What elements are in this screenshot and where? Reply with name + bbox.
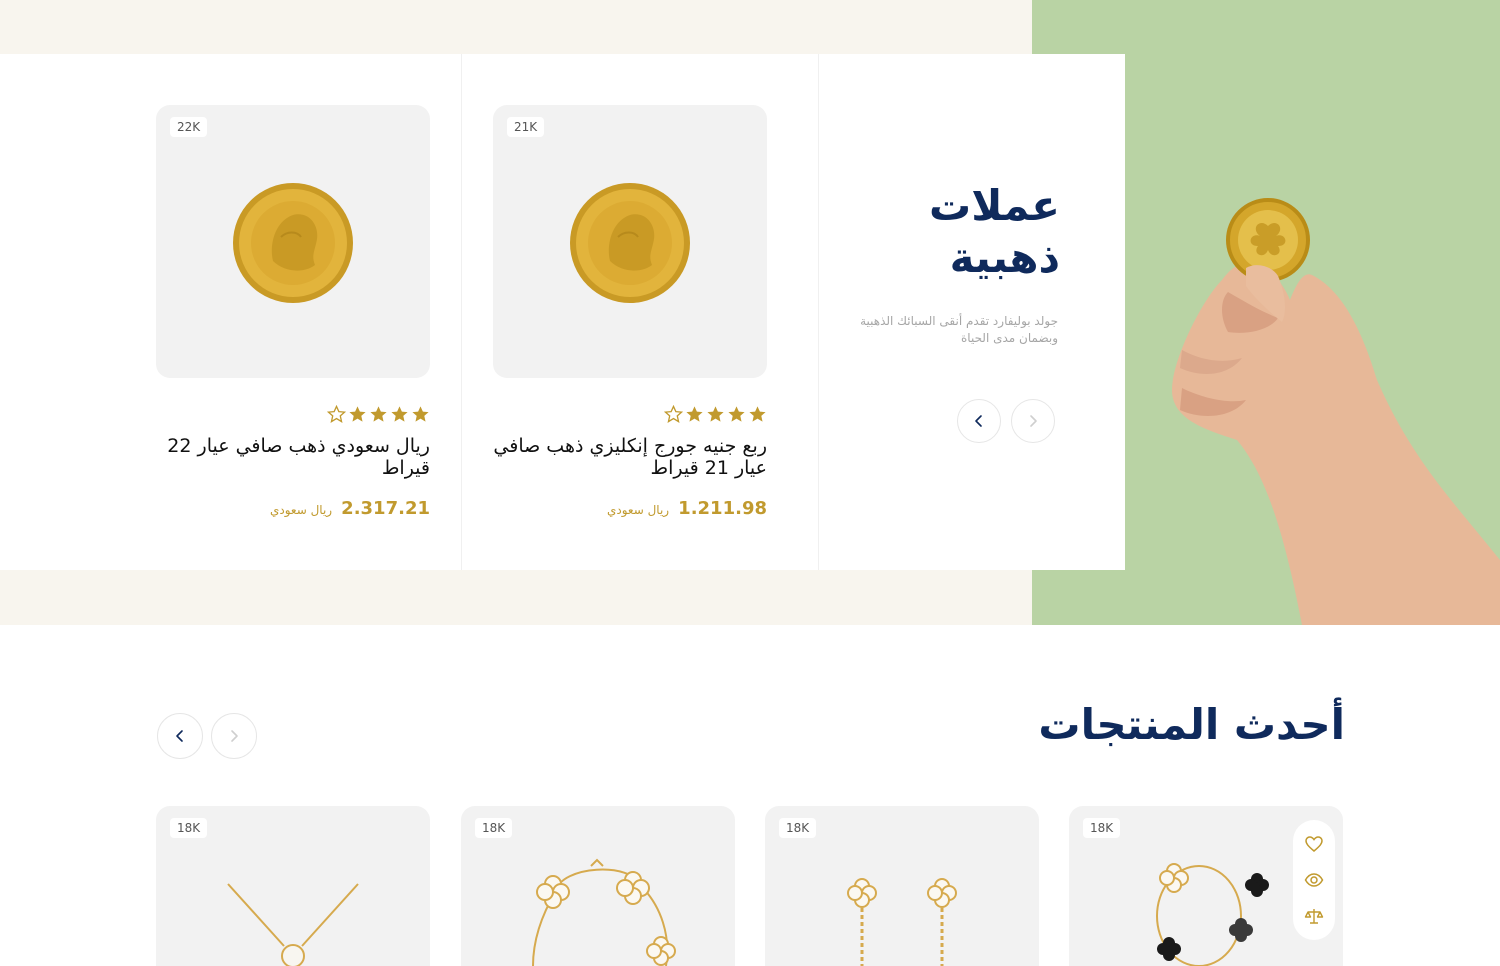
scale-icon xyxy=(1304,909,1324,924)
compare-button[interactable] xyxy=(1303,905,1325,927)
latest-products-title: أحدث المنتجات xyxy=(1038,700,1345,749)
product-name[interactable]: ربع جنيه جورج إنكليزي ذهب صافي عيار 21 ق… xyxy=(493,435,767,479)
product-card[interactable]: 18K xyxy=(461,806,735,966)
promo-title: عملات ذهبية xyxy=(860,180,1060,284)
product-card[interactable]: 21K ربع جنيه جورج إنكليزي ذهب صافي عيار … xyxy=(493,105,767,519)
product-image[interactable]: 22K xyxy=(156,105,430,378)
star-icon xyxy=(707,406,724,422)
product-actions xyxy=(1293,820,1335,940)
chevron-right-icon xyxy=(1030,415,1037,427)
rating-stars xyxy=(327,405,430,424)
bracelet-image xyxy=(532,858,676,966)
product-card[interactable]: 18K xyxy=(765,806,1039,966)
product-price: 2.317.21 ريال سعودي xyxy=(270,498,430,519)
star-icon xyxy=(327,405,346,423)
necklace-image xyxy=(227,883,359,966)
quick-view-button[interactable] xyxy=(1303,869,1325,891)
eye-icon xyxy=(1304,873,1324,887)
star-icon xyxy=(391,406,408,422)
product-card[interactable]: 18K xyxy=(156,806,430,966)
price-amount: 1.211.98 xyxy=(678,498,767,519)
column-divider xyxy=(461,54,462,570)
product-price: 1.211.98 ريال سعودي xyxy=(607,498,767,519)
product-card[interactable]: 22K ريال سعودي ذهب صافي عيار 22 قيراط 2.… xyxy=(156,105,430,519)
promo-description: جولد بوليفارد تقدم أنقى السبائك الذهبية … xyxy=(860,314,1058,345)
chevron-left-icon xyxy=(975,415,982,427)
rating-stars xyxy=(664,405,767,424)
gold-coin-image xyxy=(233,183,353,303)
karat-badge: 21K xyxy=(507,117,545,137)
price-currency: ريال سعودي xyxy=(606,503,670,517)
earrings-image xyxy=(847,878,957,966)
product-name[interactable]: ريال سعودي ذهب صافي عيار 22 قيراط xyxy=(156,435,430,479)
gold-coin-image xyxy=(570,183,690,303)
price-currency: ريال سعودي xyxy=(269,503,333,517)
star-icon xyxy=(686,406,703,422)
price-amount: 2.317.21 xyxy=(341,498,430,519)
chevron-right-icon xyxy=(231,730,238,742)
star-icon xyxy=(728,406,745,422)
star-icon xyxy=(664,405,683,423)
star-icon xyxy=(370,406,387,422)
product-card[interactable]: 18K xyxy=(1069,806,1343,966)
carousel-next-button[interactable] xyxy=(1011,399,1055,443)
wishlist-button[interactable] xyxy=(1303,833,1325,855)
star-icon xyxy=(749,406,766,422)
chevron-left-icon xyxy=(176,730,183,742)
promo-title-line2: ذهبية xyxy=(949,233,1060,282)
heart-icon xyxy=(1305,836,1323,852)
promo-title-line1: عملات xyxy=(929,181,1060,230)
latest-next-button[interactable] xyxy=(211,713,257,759)
karat-badge: 22K xyxy=(170,117,208,137)
carousel-prev-button[interactable] xyxy=(957,399,1001,443)
latest-prev-button[interactable] xyxy=(157,713,203,759)
column-divider xyxy=(818,54,819,570)
product-image[interactable]: 21K xyxy=(493,105,767,378)
star-icon xyxy=(349,406,366,422)
star-icon xyxy=(412,406,429,422)
